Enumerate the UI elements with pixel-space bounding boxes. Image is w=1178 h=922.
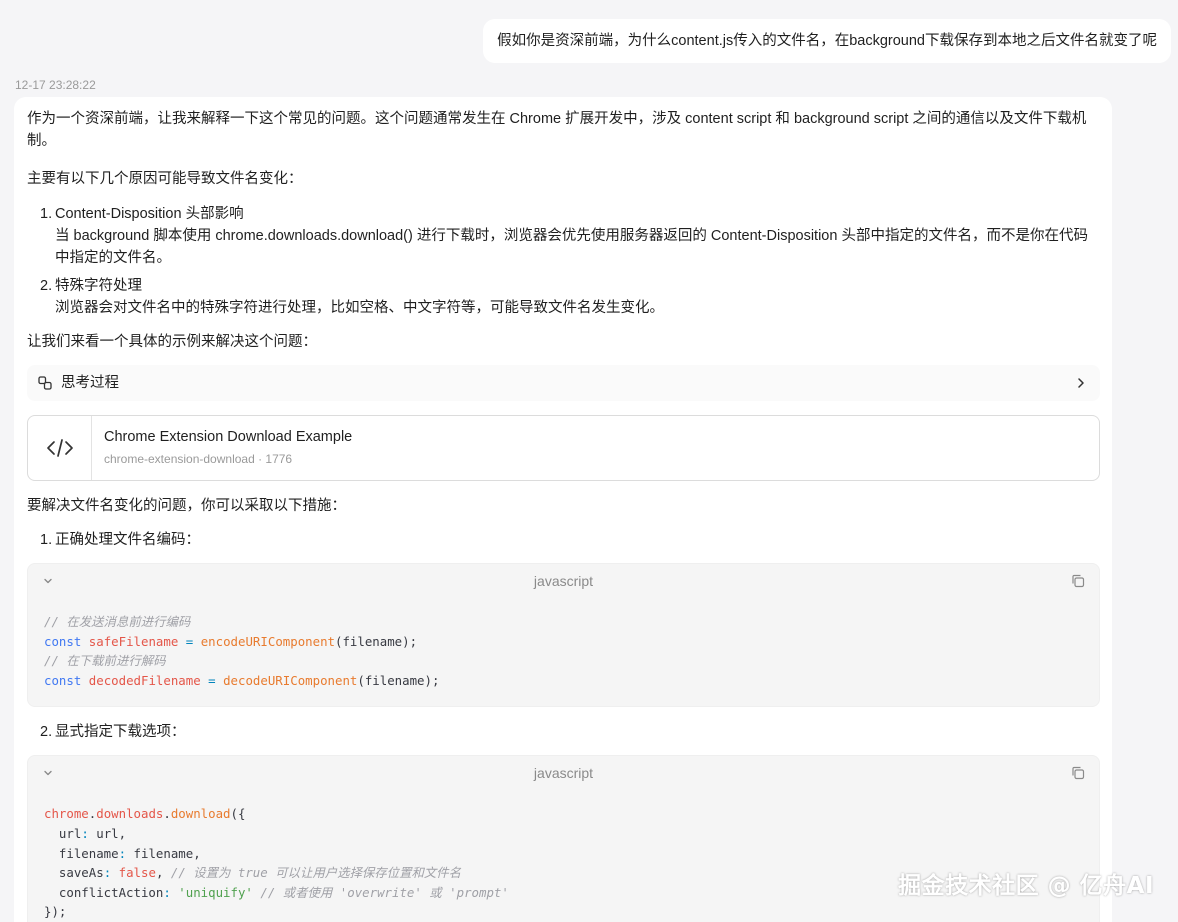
cause-item: 1. Content-Disposition 头部影响 当 background… <box>27 203 1100 269</box>
answer-intro: 作为一个资深前端，让我来解释一下这个常见的问题。这个问题通常发生在 Chrome… <box>27 111 1087 149</box>
code-language: javascript <box>533 573 594 589</box>
step-label: 显式指定下载选项： <box>55 724 186 741</box>
message-timestamp: 12-17 23:28:22 <box>15 78 96 92</box>
cause-number: 2. <box>40 278 53 294</box>
step-item: 1. 正确处理文件名编码： <box>27 529 1100 551</box>
watermark: 掘金技术社区 @ 亿舟AI <box>898 873 1154 899</box>
copy-icon[interactable] <box>1071 574 1085 588</box>
thinking-process-toggle[interactable]: 思考过程 <box>27 365 1100 401</box>
thinking-process-icon <box>38 376 52 390</box>
cause-title: Content-Disposition 头部影响 <box>55 206 244 222</box>
code-line: // 在发送消息前进行编码 <box>44 614 191 629</box>
artifact-card[interactable]: Chrome Extension Download Example chrome… <box>27 415 1100 481</box>
cause-number: 1. <box>40 206 53 222</box>
fix-lead: 要解决文件名变化的问题，你可以采取以下措施： <box>27 498 346 514</box>
chevron-down-icon[interactable] <box>42 575 54 587</box>
copy-icon[interactable] <box>1071 766 1085 780</box>
example-lead: 让我们来看一个具体的示例来解决这个问题： <box>27 334 317 350</box>
code-icon <box>46 439 73 457</box>
step-label: 正确处理文件名编码： <box>55 532 200 548</box>
assistant-answer: 作为一个资深前端，让我来解释一下这个常见的问题。这个问题通常发生在 Chrome… <box>14 97 1112 922</box>
code-line: url: url, <box>44 825 127 841</box>
cause-detail: 当 background 脚本使用 chrome.downloads.downl… <box>55 228 1088 266</box>
step-number: 2. <box>40 724 53 741</box>
code-line: const safeFilename = encodeURIComponent(… <box>44 633 418 649</box>
cause-item: 2. 特殊字符处理 浏览器会对文件名中的特殊字符进行处理，比如空格、中文字符等，… <box>27 275 1100 319</box>
code-line: filename: filename, <box>44 845 201 861</box>
chat-page: 假如你是资深前端，为什么content.js传入的文件名，在background… <box>0 0 1178 922</box>
code-language: javascript <box>533 765 594 782</box>
cause-title: 特殊字符处理 <box>55 278 142 294</box>
user-message: 假如你是资深前端，为什么content.js传入的文件名，在background… <box>483 19 1171 63</box>
code-line: const decodedFilename = decodeURICompone… <box>44 672 440 688</box>
thinking-process-label: 思考过程 <box>61 375 119 391</box>
step-item: 2. 显式指定下载选项： <box>27 721 1100 743</box>
chevron-right-icon <box>1078 378 1084 388</box>
causes-list: 1. Content-Disposition 头部影响 当 background… <box>27 203 1100 319</box>
artifact-subtitle: chrome-extension-download · 1776 <box>104 452 293 466</box>
code-content: // 在发送消息前进行编码 const safeFilename = encode… <box>28 598 1099 706</box>
code-content: chrome.downloads.download({ url: url, fi… <box>28 790 1099 922</box>
code-line: }); <box>44 904 67 920</box>
step-number: 1. <box>40 532 53 548</box>
code-line: // 在下载前进行解码 <box>44 653 166 669</box>
code-line: chrome.downloads.download({ <box>44 806 246 822</box>
cause-detail: 浏览器会对文件名中的特殊字符进行处理，比如空格、中文字符等，可能导致文件名发生变… <box>55 300 664 316</box>
causes-lead: 主要有以下几个原因可能导致文件名变化： <box>27 171 303 187</box>
artifact-title: Chrome Extension Download Example <box>104 429 353 445</box>
code-block: javascript // 在发送消息前进行编码 const safeFilena… <box>27 563 1100 708</box>
chevron-down-icon[interactable] <box>42 767 54 779</box>
